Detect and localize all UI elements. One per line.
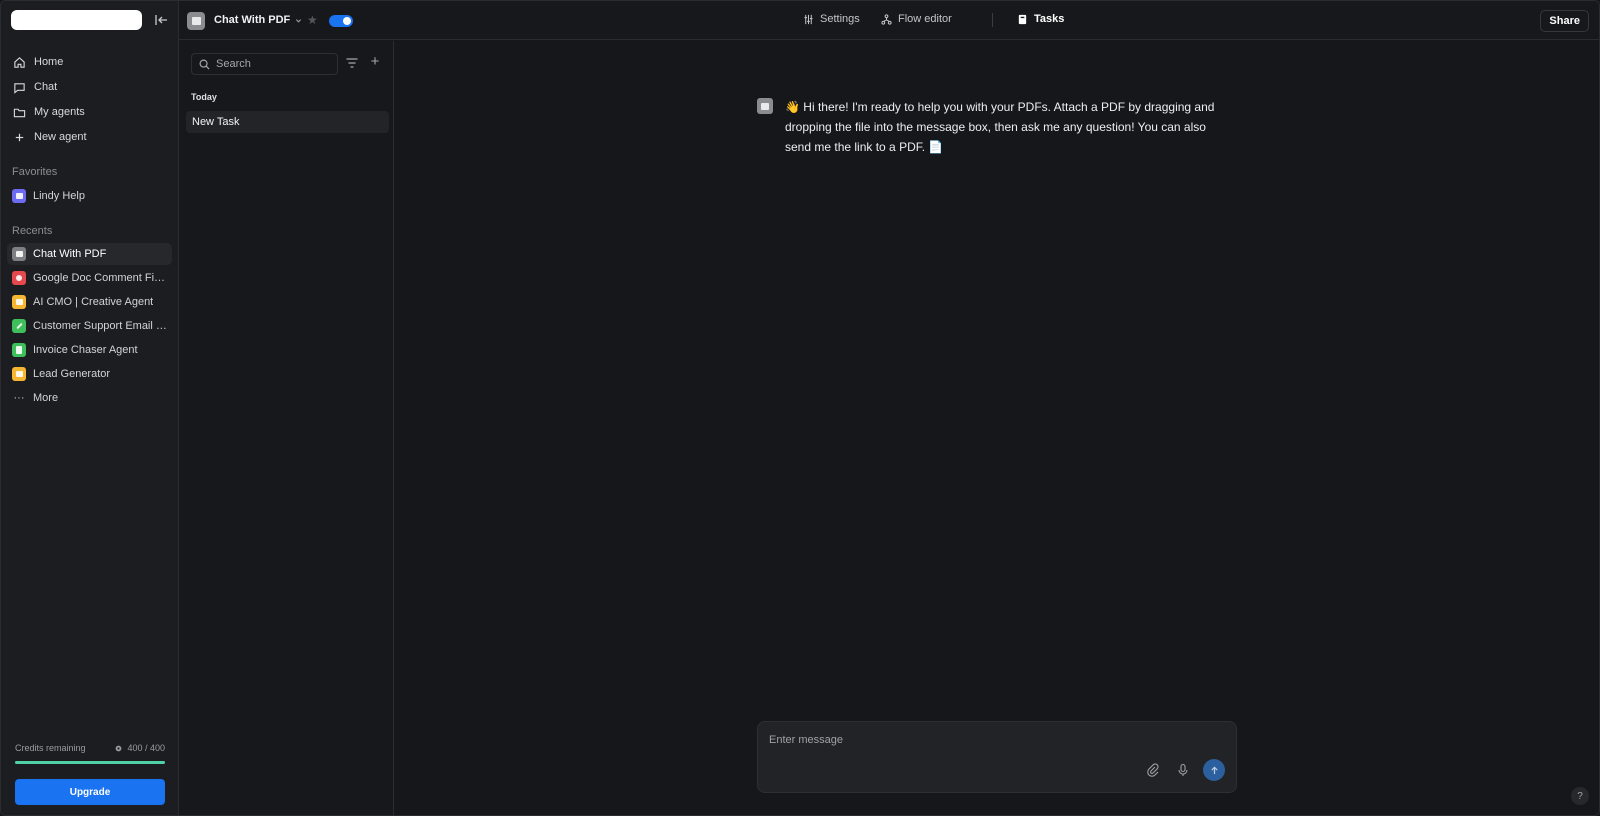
nav-chat-label: Chat [34,81,58,93]
home-icon [14,56,25,68]
recent-google-doc-comment-fixer[interactable]: Google Doc Comment Fixer [7,267,172,289]
nav-chat[interactable]: Chat [7,75,172,99]
google-doc-agent-icon [12,271,26,285]
task-search[interactable]: Search [191,53,338,75]
recent-label: Google Doc Comment Fixer [33,272,167,284]
tab-divider [992,13,993,27]
folder-icon [13,108,26,117]
flow-icon [881,13,892,25]
nav-new-agent-label: New agent [34,131,87,143]
recent-chat-with-pdf[interactable]: Chat With PDF [7,243,172,265]
recent-customer-support[interactable]: Customer Support Email R... [7,315,172,337]
sidebar: Home Chat My agents New agent Favorites … [1,1,179,815]
credits-row: Credits remaining 400 / 400 [15,743,165,753]
nav-my-agents-label: My agents [34,106,85,118]
tab-settings[interactable]: Settings [803,13,860,25]
agent-enabled-toggle[interactable] [329,15,353,27]
favorites-heading: Favorites [12,166,58,178]
app-window: Home Chat My agents New agent Favorites … [0,0,1600,816]
credits-progress-bar [15,761,165,764]
pen-icon [12,319,26,333]
tab-flow-editor[interactable]: Flow editor [881,13,952,25]
message-composer [757,721,1237,793]
chat-area: 👋 Hi there! I'm ready to help you with y… [395,41,1599,815]
recent-label: Invoice Chaser Agent [33,344,138,356]
task-list-item[interactable]: New Task [186,111,389,133]
favorite-label: Lindy Help [33,190,85,202]
more-dots-icon: ··· [13,392,25,404]
workspace-logo[interactable] [11,10,142,30]
tab-tasks[interactable]: Tasks [1017,13,1064,25]
invoice-icon [12,343,26,357]
tab-flow-editor-label: Flow editor [898,13,952,25]
filter-icon[interactable] [345,56,359,70]
pdf-agent-icon [12,247,26,261]
book-icon [1018,14,1027,24]
credits-value-wrap: 400 / 400 [114,743,165,753]
top-bar: Chat With PDF ★ Settings Flow editor Tas… [179,1,1599,40]
nav-new-agent[interactable]: New agent [7,125,172,149]
gear-icon [116,745,122,751]
more-button[interactable]: ··· More [7,387,172,409]
nav-home[interactable]: Home [7,50,172,74]
tab-settings-label: Settings [820,13,860,25]
share-button[interactable]: Share [1540,10,1589,32]
new-task-plus-icon[interactable]: + [368,54,382,69]
agent-avatar [187,12,205,30]
people-icon [12,367,26,381]
task-search-placeholder: Search [216,58,251,70]
agent-title: Chat With PDF [214,14,291,26]
recents-heading: Recents [12,225,53,237]
agent-title-dropdown[interactable]: Chat With PDF [214,14,302,26]
help-button[interactable]: ? [1571,787,1589,805]
search-icon [199,59,210,70]
message-input[interactable] [769,734,1069,746]
creative-agent-icon [12,295,26,309]
recent-ai-cmo[interactable]: AI CMO | Creative Agent [7,291,172,313]
credits-value: 400 / 400 [127,743,165,753]
tab-tasks-label: Tasks [1034,13,1065,25]
chat-bubble-icon [12,189,26,203]
chat-icon [14,82,25,94]
credits-progress-fill [15,761,165,764]
recent-label: Lead Generator [33,368,111,380]
nav-my-agents[interactable]: My agents [7,100,172,124]
paperclip-icon[interactable] [1146,763,1160,777]
upgrade-button[interactable]: Upgrade [15,779,165,805]
sliders-icon [804,14,813,24]
collapse-sidebar-icon[interactable] [151,10,171,30]
task-group-today: Today [191,92,217,102]
recent-invoice-chaser[interactable]: Invoice Chaser Agent [7,339,172,361]
recent-label: AI CMO | Creative Agent [33,296,154,308]
send-button[interactable] [1203,759,1225,781]
plus-icon [15,133,24,141]
credits-label: Credits remaining [15,743,86,753]
task-panel: Search + Today New Task [179,41,394,815]
recent-lead-generator[interactable]: Lead Generator [7,363,172,385]
chevron-down-icon [296,18,302,23]
more-label: More [33,392,59,404]
nav-home-label: Home [34,56,64,68]
star-icon[interactable]: ★ [307,13,318,27]
arrow-up-icon [1210,765,1218,774]
agent-message-avatar [757,98,773,114]
agent-message: 👋 Hi there! I'm ready to help you with y… [785,100,1215,154]
recent-label: Customer Support Email R... [33,320,167,332]
recent-label: Chat With PDF [33,248,107,260]
favorite-lindy-help[interactable]: Lindy Help [7,185,172,207]
microphone-icon[interactable] [1176,763,1190,777]
